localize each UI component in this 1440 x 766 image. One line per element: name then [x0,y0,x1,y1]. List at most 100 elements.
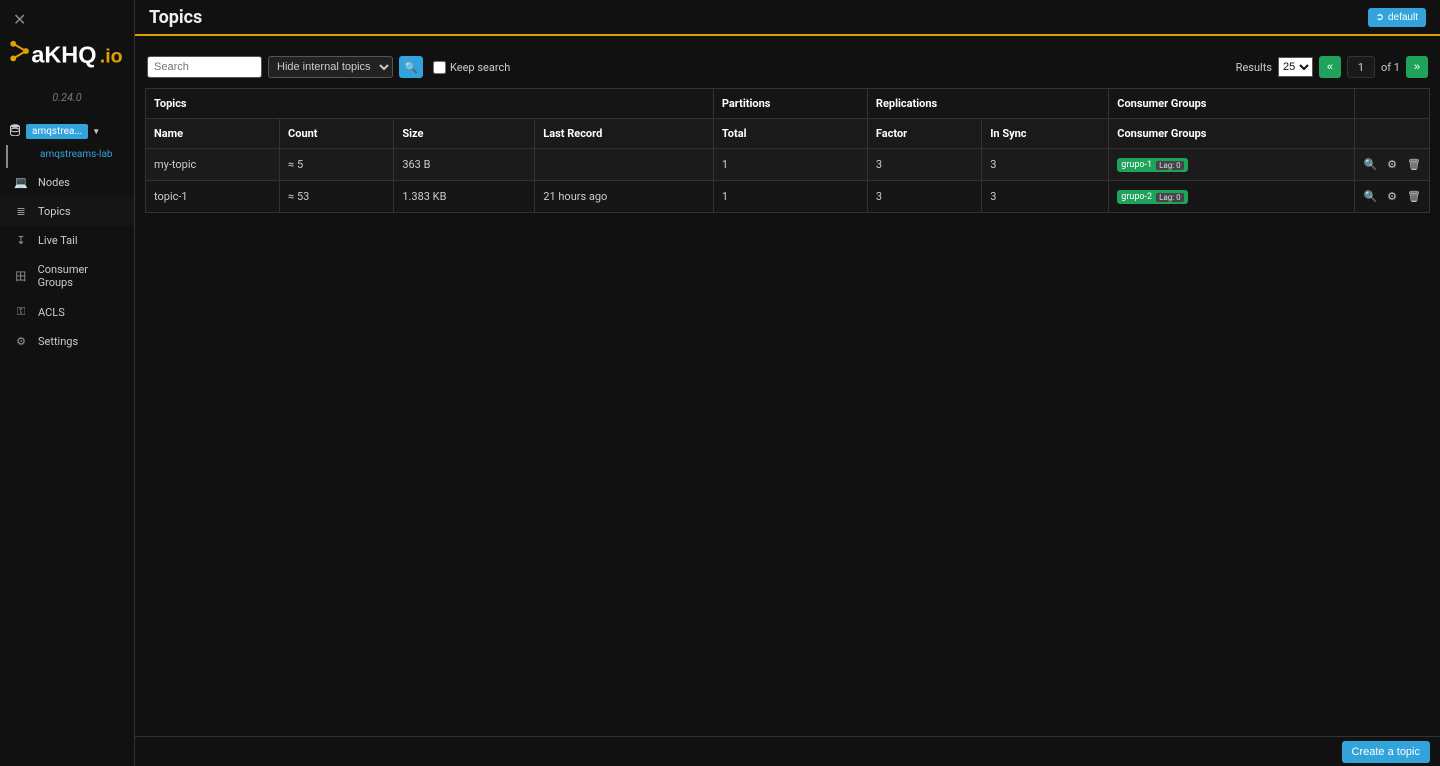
cell-insync: 3 [982,181,1109,213]
pager-current: 1 [1347,56,1375,78]
search-button[interactable]: 🔍 [399,56,423,78]
cluster-selector[interactable]: amqstrea... ▼ [0,118,134,145]
main: Topics ➲ default Hide internal topics 🔍 … [135,0,1440,766]
pager-next-button[interactable]: » [1406,56,1428,78]
logo: aKHQ .io [0,28,134,87]
cell-size: 1.383 KB [394,181,535,213]
sidebar-item-label: Nodes [38,176,70,189]
create-topic-button[interactable]: Create a topic [1342,741,1430,763]
cell-cg: grupo-2 Lag: 0 [1109,181,1355,213]
col-last-record[interactable]: Last Record [535,119,714,149]
search-input[interactable] [147,56,262,78]
svg-text:aKHQ: aKHQ [31,41,96,67]
laptop-icon: 💻 [12,176,30,189]
cell-last-record: 21 hours ago [535,181,714,213]
consumer-group-chip[interactable]: grupo-1 Lag: 0 [1117,158,1187,172]
sidebar-item-settings[interactable]: ⚙ Settings [0,327,134,356]
sidebar-item-topics[interactable]: ≣ Topics [0,197,134,226]
sidebar-item-live-tail[interactable]: ↧ Live Tail [0,226,134,255]
login-label: default [1388,12,1418,23]
topics-table: Topics Partitions Replications Consumer … [145,88,1430,213]
keep-search-label: Keep search [450,61,510,74]
cluster-badge: amqstrea... [26,124,88,139]
consumer-group-chip[interactable]: grupo-2 Lag: 0 [1117,190,1187,204]
pager-prev-button[interactable]: « [1319,56,1341,78]
akhq-logo-icon: aKHQ .io [4,34,132,78]
sidebar-item-label: Live Tail [38,234,78,247]
cell-cg: grupo-1 Lag: 0 [1109,149,1355,181]
table-group-header-row: Topics Partitions Replications Consumer … [146,89,1430,119]
cell-actions: 🔍 ⚙ 🗑 [1355,149,1430,181]
col-actions [1355,119,1430,149]
sidebar-item-nodes[interactable]: 💻 Nodes [0,168,134,197]
cell-count: ≈ 5 [280,149,394,181]
cg-name: grupo-2 [1121,192,1152,202]
results-select[interactable]: 25 [1278,57,1313,77]
chevron-down-icon: ▼ [92,127,100,136]
header: Topics ➲ default [135,0,1440,36]
keep-search-toggle[interactable]: Keep search [433,61,510,74]
list-icon: ≣ [12,205,30,218]
cell-name: my-topic [146,149,280,181]
cell-last-record [535,149,714,181]
view-icon[interactable]: 🔍 [1363,158,1377,171]
level-icon: ↧ [12,234,30,247]
group-header-topics: Topics [146,89,714,119]
col-name[interactable]: Name [146,119,280,149]
group-header-replications: Replications [867,89,1108,119]
delete-icon[interactable]: 🗑 [1407,190,1421,203]
login-icon: ➲ [1376,12,1384,23]
col-total[interactable]: Total [713,119,867,149]
key-icon: ⚿ [12,305,30,319]
sidebar-item-consumer-groups[interactable]: ⽥ Consumer Groups [0,255,134,297]
cell-total: 1 [713,181,867,213]
search-icon: 🔍 [404,62,418,74]
page-title: Topics [149,7,202,28]
cluster-sub-item[interactable]: amqstreams-lab [6,145,134,168]
pager-of-label: of 1 [1381,61,1400,74]
table-header-row: Name Count Size Last Record Total Factor… [146,119,1430,149]
cell-total: 1 [713,149,867,181]
group-header-cg: Consumer Groups [1109,89,1355,119]
gear-icon: ⚙ [12,335,30,348]
table-container: Topics Partitions Replications Consumer … [135,88,1440,736]
version-label: 0.24.0 [0,91,134,104]
cell-name: topic-1 [146,181,280,213]
cg-lag: Lag: 0 [1156,193,1184,202]
sidebar-item-label: Consumer Groups [38,263,124,289]
cg-lag: Lag: 0 [1156,161,1184,170]
close-icon[interactable]: ✕ [13,10,26,29]
col-cg[interactable]: Consumer Groups [1109,119,1355,149]
sidebar-item-label: ACLS [38,306,65,319]
delete-icon[interactable]: 🗑 [1407,158,1421,171]
cell-size: 363 B [394,149,535,181]
table-row[interactable]: topic-1 ≈ 53 1.383 KB 21 hours ago 1 3 3… [146,181,1430,213]
col-factor[interactable]: Factor [867,119,981,149]
sidebar-item-label: Topics [38,205,71,218]
keep-search-checkbox[interactable] [433,61,446,74]
sidebar-item-label: Settings [38,335,78,348]
group-header-partitions: Partitions [713,89,867,119]
filter-select[interactable]: Hide internal topics [268,56,393,78]
settings-icon[interactable]: ⚙ [1387,158,1397,171]
col-size[interactable]: Size [394,119,535,149]
sidebar: ✕ aKHQ .io 0.24.0 amqstrea... ▼ amqstrea… [0,0,135,766]
footer: Create a topic [135,736,1440,766]
toolbar: Hide internal topics 🔍 Keep search Resul… [135,36,1440,88]
cell-count: ≈ 53 [280,181,394,213]
database-icon [10,124,20,139]
sidebar-item-acls[interactable]: ⚿ ACLS [0,297,134,327]
results-label: Results [1236,61,1272,74]
group-header-actions [1355,89,1430,119]
cell-factor: 3 [867,149,981,181]
group-icon: ⽥ [12,268,30,284]
cell-factor: 3 [867,181,981,213]
col-insync[interactable]: In Sync [982,119,1109,149]
cell-insync: 3 [982,149,1109,181]
svg-text:.io: .io [100,45,123,67]
settings-icon[interactable]: ⚙ [1387,190,1397,203]
login-button[interactable]: ➲ default [1368,8,1426,27]
col-count[interactable]: Count [280,119,394,149]
table-row[interactable]: my-topic ≈ 5 363 B 1 3 3 grupo-1 Lag: 0 [146,149,1430,181]
view-icon[interactable]: 🔍 [1363,190,1377,203]
